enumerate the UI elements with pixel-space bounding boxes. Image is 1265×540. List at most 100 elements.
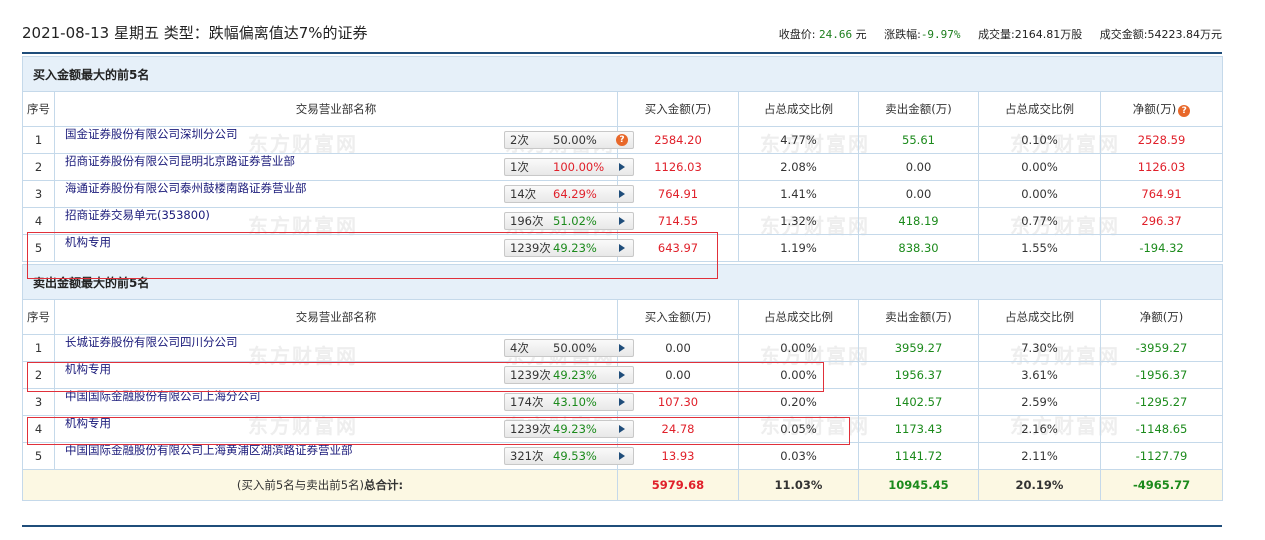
listing-count: 196次 [510, 214, 544, 228]
buy-amount: 13.93 [617, 442, 739, 470]
listing-count: 4次 [510, 341, 529, 355]
highlight-box [27, 417, 850, 445]
buy-ratio: 0.20% [738, 388, 859, 416]
sell-ratio: 7.30% [978, 334, 1101, 362]
expand-arrow-icon[interactable] [619, 452, 625, 460]
total-row: (买入前5名与卖出前5名)总合计: 5979.68 11.03% 10945.45 20… [22, 469, 1224, 501]
buy-ratio: 4.77% [738, 126, 859, 154]
column-header: 卖出金额(万) [858, 299, 979, 335]
win-rate: 50.00% [553, 133, 597, 147]
buy-ratio: 0.00% [738, 334, 859, 362]
close-price: 收盘价: 24.66 元 [778, 28, 867, 41]
row-number: 1 [22, 126, 55, 154]
row-number: 1 [22, 334, 55, 362]
table-row: 5 中国国际金融股份有限公司上海黄浦区湖滨路证券营业部 321次 49.53% 13.9… [22, 442, 1224, 470]
sell-ratio: 2.16% [978, 415, 1101, 443]
expand-arrow-icon[interactable] [619, 217, 625, 225]
broker-cell: 招商证券交易单元(353800) 196次 51.02% [54, 207, 634, 235]
stock-stats: 收盘价: 24.66 元 涨跌幅:-9.97% 成交量:2164.81万股 成交… [765, 26, 1222, 42]
total-label-bold: 总合计: [364, 478, 404, 492]
net-amount: 764.91 [1099, 180, 1224, 208]
total-buy-ratio: 11.03% [738, 469, 859, 501]
turnover: 成交金额:54223.84万元 [1099, 28, 1222, 41]
column-header: 净额(万)? [1099, 91, 1224, 127]
net-amount: -3959.27 [1099, 334, 1224, 362]
highlight-box [27, 232, 718, 279]
sell-ratio: 0.00% [978, 180, 1101, 208]
expand-arrow-icon[interactable] [619, 344, 625, 352]
help-icon[interactable]: ? [1178, 105, 1191, 117]
total-sell: 10945.45 [858, 469, 979, 501]
buy-amount: 107.30 [617, 388, 739, 416]
broker-cell: 中国国际金融股份有限公司上海分公司 174次 43.10% [54, 388, 634, 416]
table-header-row: 序号 交易营业部名称 买入金额(万) 占总成交比例 卖出金额(万) 占总成交比例 净额(万)… [22, 91, 1224, 127]
listing-count: 174次 [510, 395, 544, 409]
bottom-divider [22, 525, 1222, 527]
table-row: 2 招商证券股份有限公司昆明北京路证券营业部 1次 100.00% 1126.03 2.0… [22, 153, 1224, 181]
history-stats-button[interactable]: 1次 100.00% [504, 158, 634, 176]
sell-ratio: 1.55% [978, 234, 1101, 262]
page-title: 2021-08-13 星期五 类型：跌幅偏离值达7%的证券 [22, 24, 368, 42]
column-header: 交易营业部名称 [54, 91, 618, 127]
column-header: 占总成交比例 [738, 299, 859, 335]
column-header: 占总成交比例 [978, 299, 1101, 335]
table-header-row: 序号 交易营业部名称 买入金额(万) 占总成交比例 卖出金额(万) 占总成交比例 净额(万) [22, 299, 1224, 335]
broker-name-link[interactable]: 中国国际金融股份有限公司上海黄浦区湖滨路证券营业部 [65, 443, 353, 457]
win-rate: 43.10% [553, 395, 597, 409]
expand-arrow-icon[interactable] [619, 190, 625, 198]
history-stats-button[interactable]: 2次 50.00%? [504, 131, 634, 149]
buy-amount: 714.55 [617, 207, 739, 235]
expand-arrow-icon[interactable] [619, 163, 625, 171]
listing-count: 2次 [510, 133, 529, 147]
total-label-prefix: (买入前5名与卖出前5名) [236, 478, 364, 492]
column-header: 净额(万) [1099, 299, 1224, 335]
broker-name-link[interactable]: 海通证券股份有限公司泰州鼓楼南路证券营业部 [65, 181, 307, 195]
table-row: 3 海通证券股份有限公司泰州鼓楼南路证券营业部 14次 64.29% 764.91 1.4… [22, 180, 1224, 208]
broker-name-link[interactable]: 国金证券股份有限公司深圳分公司 [65, 127, 238, 141]
sell-amount: 0.00 [858, 153, 979, 181]
help-icon[interactable]: ? [616, 134, 628, 146]
net-amount: -1956.37 [1099, 361, 1224, 389]
win-rate: 51.02% [553, 214, 597, 228]
history-stats-button[interactable]: 321次 49.53% [504, 447, 634, 465]
broker-name-link[interactable]: 长城证券股份有限公司四川分公司 [65, 335, 238, 349]
history-stats-button[interactable]: 196次 51.02% [504, 212, 634, 230]
column-header: 序号 [22, 299, 55, 335]
listing-count: 14次 [510, 187, 537, 201]
total-buy: 5979.68 [617, 469, 739, 501]
column-header: 序号 [22, 91, 55, 127]
column-header: 占总成交比例 [738, 91, 859, 127]
total-label: (买入前5名与卖出前5名)总合计: [22, 469, 618, 501]
win-rate: 100.00% [553, 160, 605, 174]
win-rate: 50.00% [553, 341, 597, 355]
table-row: 1 国金证券股份有限公司深圳分公司 2次 50.00%? 2584.20 4.77% 55.… [22, 126, 1224, 154]
sell-ratio: 0.00% [978, 153, 1101, 181]
expand-arrow-icon[interactable] [619, 398, 625, 406]
listing-count: 1次 [510, 160, 529, 174]
history-stats-button[interactable]: 14次 64.29% [504, 185, 634, 203]
broker-cell: 国金证券股份有限公司深圳分公司 2次 50.00%? [54, 126, 634, 154]
column-header: 买入金额(万) [617, 299, 739, 335]
sell-amount: 1141.72 [858, 442, 979, 470]
sell-ratio: 2.11% [978, 442, 1101, 470]
net-amount: -1148.65 [1099, 415, 1224, 443]
net-amount: 296.37 [1099, 207, 1224, 235]
history-stats-button[interactable]: 4次 50.00% [504, 339, 634, 357]
sell-amount: 55.61 [858, 126, 979, 154]
column-header: 卖出金额(万) [858, 91, 979, 127]
sell-ratio: 0.10% [978, 126, 1101, 154]
buy-ratio: 2.08% [738, 153, 859, 181]
net-amount: 1126.03 [1099, 153, 1224, 181]
buy-ratio: 1.32% [738, 207, 859, 235]
column-header: 买入金额(万) [617, 91, 739, 127]
sell-ratio: 2.59% [978, 388, 1101, 416]
row-number: 3 [22, 180, 55, 208]
buy-section-title: 买入金额最大的前5名 [21, 56, 1224, 92]
broker-name-link[interactable]: 招商证券交易单元(353800) [65, 208, 210, 222]
sell-amount: 0.00 [858, 180, 979, 208]
history-stats-button[interactable]: 174次 43.10% [504, 393, 634, 411]
net-amount: 2528.59 [1099, 126, 1224, 154]
broker-cell: 招商证券股份有限公司昆明北京路证券营业部 1次 100.00% [54, 153, 634, 181]
column-header: 占总成交比例 [978, 91, 1101, 127]
broker-name-link[interactable]: 招商证券股份有限公司昆明北京路证券营业部 [65, 154, 295, 168]
